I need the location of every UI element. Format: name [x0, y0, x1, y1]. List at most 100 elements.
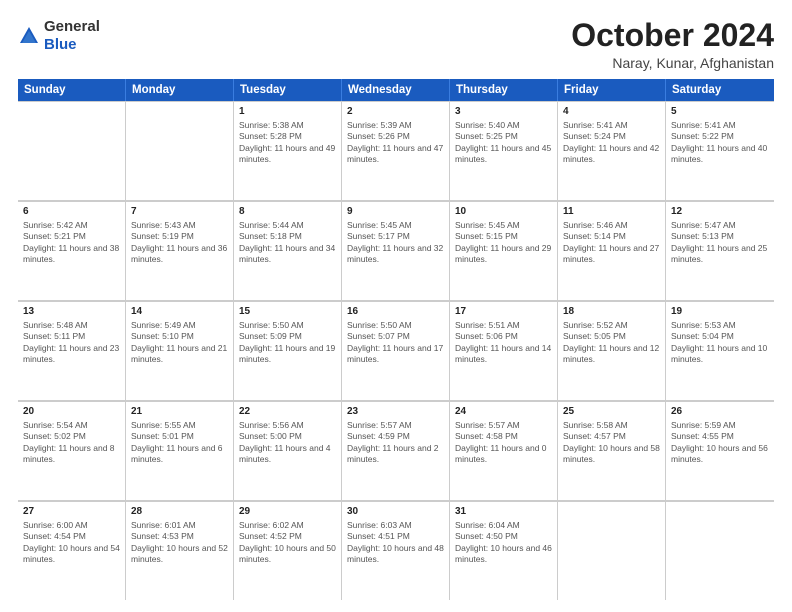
calendar-cell: 25Sunrise: 5:58 AMSunset: 4:57 PMDayligh… — [558, 401, 666, 500]
sunset-text: Sunset: 5:24 PM — [563, 131, 660, 142]
daylight-text: Daylight: 11 hours and 45 minutes. — [455, 143, 552, 166]
sun-info: Sunrise: 6:04 AMSunset: 4:50 PMDaylight:… — [455, 520, 552, 566]
calendar-cell: 24Sunrise: 5:57 AMSunset: 4:58 PMDayligh… — [450, 401, 558, 500]
sun-info: Sunrise: 5:38 AMSunset: 5:28 PMDaylight:… — [239, 120, 336, 166]
sunset-text: Sunset: 4:58 PM — [455, 431, 552, 442]
daylight-text: Daylight: 11 hours and 17 minutes. — [347, 343, 444, 366]
calendar: SundayMondayTuesdayWednesdayThursdayFrid… — [18, 79, 774, 600]
calendar-cell: 9Sunrise: 5:45 AMSunset: 5:17 PMDaylight… — [342, 201, 450, 300]
sun-info: Sunrise: 5:55 AMSunset: 5:01 PMDaylight:… — [131, 420, 228, 466]
calendar-cell: 12Sunrise: 5:47 AMSunset: 5:13 PMDayligh… — [666, 201, 774, 300]
day-number: 6 — [23, 205, 120, 219]
day-number: 7 — [131, 205, 228, 219]
calendar-cell: 22Sunrise: 5:56 AMSunset: 5:00 PMDayligh… — [234, 401, 342, 500]
month-title: October 2024 — [571, 18, 774, 53]
daylight-text: Daylight: 11 hours and 29 minutes. — [455, 243, 552, 266]
sunset-text: Sunset: 4:51 PM — [347, 531, 444, 542]
calendar-cell: 4Sunrise: 5:41 AMSunset: 5:24 PMDaylight… — [558, 101, 666, 200]
sunrise-text: Sunrise: 6:04 AM — [455, 520, 552, 531]
sunset-text: Sunset: 4:54 PM — [23, 531, 120, 542]
calendar-cell: 1Sunrise: 5:38 AMSunset: 5:28 PMDaylight… — [234, 101, 342, 200]
calendar-row-0: 1Sunrise: 5:38 AMSunset: 5:28 PMDaylight… — [18, 101, 774, 201]
sunset-text: Sunset: 5:02 PM — [23, 431, 120, 442]
sunrise-text: Sunrise: 5:53 AM — [671, 320, 769, 331]
calendar-row-3: 20Sunrise: 5:54 AMSunset: 5:02 PMDayligh… — [18, 401, 774, 501]
calendar-cell: 16Sunrise: 5:50 AMSunset: 5:07 PMDayligh… — [342, 301, 450, 400]
sunrise-text: Sunrise: 5:43 AM — [131, 220, 228, 231]
calendar-cell: 7Sunrise: 5:43 AMSunset: 5:19 PMDaylight… — [126, 201, 234, 300]
calendar-cell: 18Sunrise: 5:52 AMSunset: 5:05 PMDayligh… — [558, 301, 666, 400]
sun-info: Sunrise: 5:58 AMSunset: 4:57 PMDaylight:… — [563, 420, 660, 466]
sunrise-text: Sunrise: 5:56 AM — [239, 420, 336, 431]
daylight-text: Daylight: 11 hours and 12 minutes. — [563, 343, 660, 366]
sun-info: Sunrise: 5:54 AMSunset: 5:02 PMDaylight:… — [23, 420, 120, 466]
sun-info: Sunrise: 5:42 AMSunset: 5:21 PMDaylight:… — [23, 220, 120, 266]
header-cell-wednesday: Wednesday — [342, 79, 450, 101]
header-cell-saturday: Saturday — [666, 79, 774, 101]
sunset-text: Sunset: 5:10 PM — [131, 331, 228, 342]
sunrise-text: Sunrise: 5:50 AM — [347, 320, 444, 331]
calendar-cell: 8Sunrise: 5:44 AMSunset: 5:18 PMDaylight… — [234, 201, 342, 300]
day-number: 28 — [131, 505, 228, 519]
calendar-header: SundayMondayTuesdayWednesdayThursdayFrid… — [18, 79, 774, 101]
daylight-text: Daylight: 11 hours and 23 minutes. — [23, 343, 120, 366]
logo: General Blue — [18, 18, 100, 54]
sunset-text: Sunset: 4:55 PM — [671, 431, 769, 442]
sun-info: Sunrise: 6:03 AMSunset: 4:51 PMDaylight:… — [347, 520, 444, 566]
day-number: 8 — [239, 205, 336, 219]
calendar-cell — [126, 101, 234, 200]
sunset-text: Sunset: 4:50 PM — [455, 531, 552, 542]
day-number: 27 — [23, 505, 120, 519]
sunset-text: Sunset: 5:07 PM — [347, 331, 444, 342]
sunset-text: Sunset: 5:13 PM — [671, 231, 769, 242]
day-number: 4 — [563, 105, 660, 119]
day-number: 29 — [239, 505, 336, 519]
sunrise-text: Sunrise: 5:55 AM — [131, 420, 228, 431]
daylight-text: Daylight: 10 hours and 52 minutes. — [131, 543, 228, 566]
day-number: 24 — [455, 405, 552, 419]
sunrise-text: Sunrise: 5:46 AM — [563, 220, 660, 231]
daylight-text: Daylight: 11 hours and 0 minutes. — [455, 443, 552, 466]
daylight-text: Daylight: 11 hours and 36 minutes. — [131, 243, 228, 266]
sunrise-text: Sunrise: 6:00 AM — [23, 520, 120, 531]
daylight-text: Daylight: 10 hours and 50 minutes. — [239, 543, 336, 566]
sun-info: Sunrise: 5:57 AMSunset: 4:58 PMDaylight:… — [455, 420, 552, 466]
sun-info: Sunrise: 5:45 AMSunset: 5:17 PMDaylight:… — [347, 220, 444, 266]
sunset-text: Sunset: 5:01 PM — [131, 431, 228, 442]
calendar-row-4: 27Sunrise: 6:00 AMSunset: 4:54 PMDayligh… — [18, 501, 774, 600]
header: General Blue October 2024 Naray, Kunar, … — [18, 18, 774, 71]
sun-info: Sunrise: 5:49 AMSunset: 5:10 PMDaylight:… — [131, 320, 228, 366]
sunset-text: Sunset: 4:52 PM — [239, 531, 336, 542]
calendar-cell: 15Sunrise: 5:50 AMSunset: 5:09 PMDayligh… — [234, 301, 342, 400]
calendar-cell: 21Sunrise: 5:55 AMSunset: 5:01 PMDayligh… — [126, 401, 234, 500]
sunrise-text: Sunrise: 6:03 AM — [347, 520, 444, 531]
sunrise-text: Sunrise: 5:45 AM — [347, 220, 444, 231]
sunrise-text: Sunrise: 6:02 AM — [239, 520, 336, 531]
header-cell-sunday: Sunday — [18, 79, 126, 101]
day-number: 23 — [347, 405, 444, 419]
day-number: 18 — [563, 305, 660, 319]
location: Naray, Kunar, Afghanistan — [571, 55, 774, 71]
sunset-text: Sunset: 4:57 PM — [563, 431, 660, 442]
daylight-text: Daylight: 11 hours and 6 minutes. — [131, 443, 228, 466]
sun-info: Sunrise: 6:02 AMSunset: 4:52 PMDaylight:… — [239, 520, 336, 566]
sunrise-text: Sunrise: 5:51 AM — [455, 320, 552, 331]
calendar-cell: 10Sunrise: 5:45 AMSunset: 5:15 PMDayligh… — [450, 201, 558, 300]
logo-general: General — [44, 18, 100, 35]
calendar-cell: 31Sunrise: 6:04 AMSunset: 4:50 PMDayligh… — [450, 501, 558, 600]
sunset-text: Sunset: 5:11 PM — [23, 331, 120, 342]
sunrise-text: Sunrise: 5:57 AM — [347, 420, 444, 431]
daylight-text: Daylight: 11 hours and 40 minutes. — [671, 143, 769, 166]
calendar-cell: 13Sunrise: 5:48 AMSunset: 5:11 PMDayligh… — [18, 301, 126, 400]
sunset-text: Sunset: 4:53 PM — [131, 531, 228, 542]
day-number: 25 — [563, 405, 660, 419]
sunset-text: Sunset: 4:59 PM — [347, 431, 444, 442]
daylight-text: Daylight: 11 hours and 14 minutes. — [455, 343, 552, 366]
daylight-text: Daylight: 11 hours and 27 minutes. — [563, 243, 660, 266]
sun-info: Sunrise: 5:41 AMSunset: 5:22 PMDaylight:… — [671, 120, 769, 166]
sun-info: Sunrise: 6:00 AMSunset: 4:54 PMDaylight:… — [23, 520, 120, 566]
sunrise-text: Sunrise: 5:48 AM — [23, 320, 120, 331]
sunrise-text: Sunrise: 5:45 AM — [455, 220, 552, 231]
day-number: 1 — [239, 105, 336, 119]
daylight-text: Daylight: 10 hours and 48 minutes. — [347, 543, 444, 566]
